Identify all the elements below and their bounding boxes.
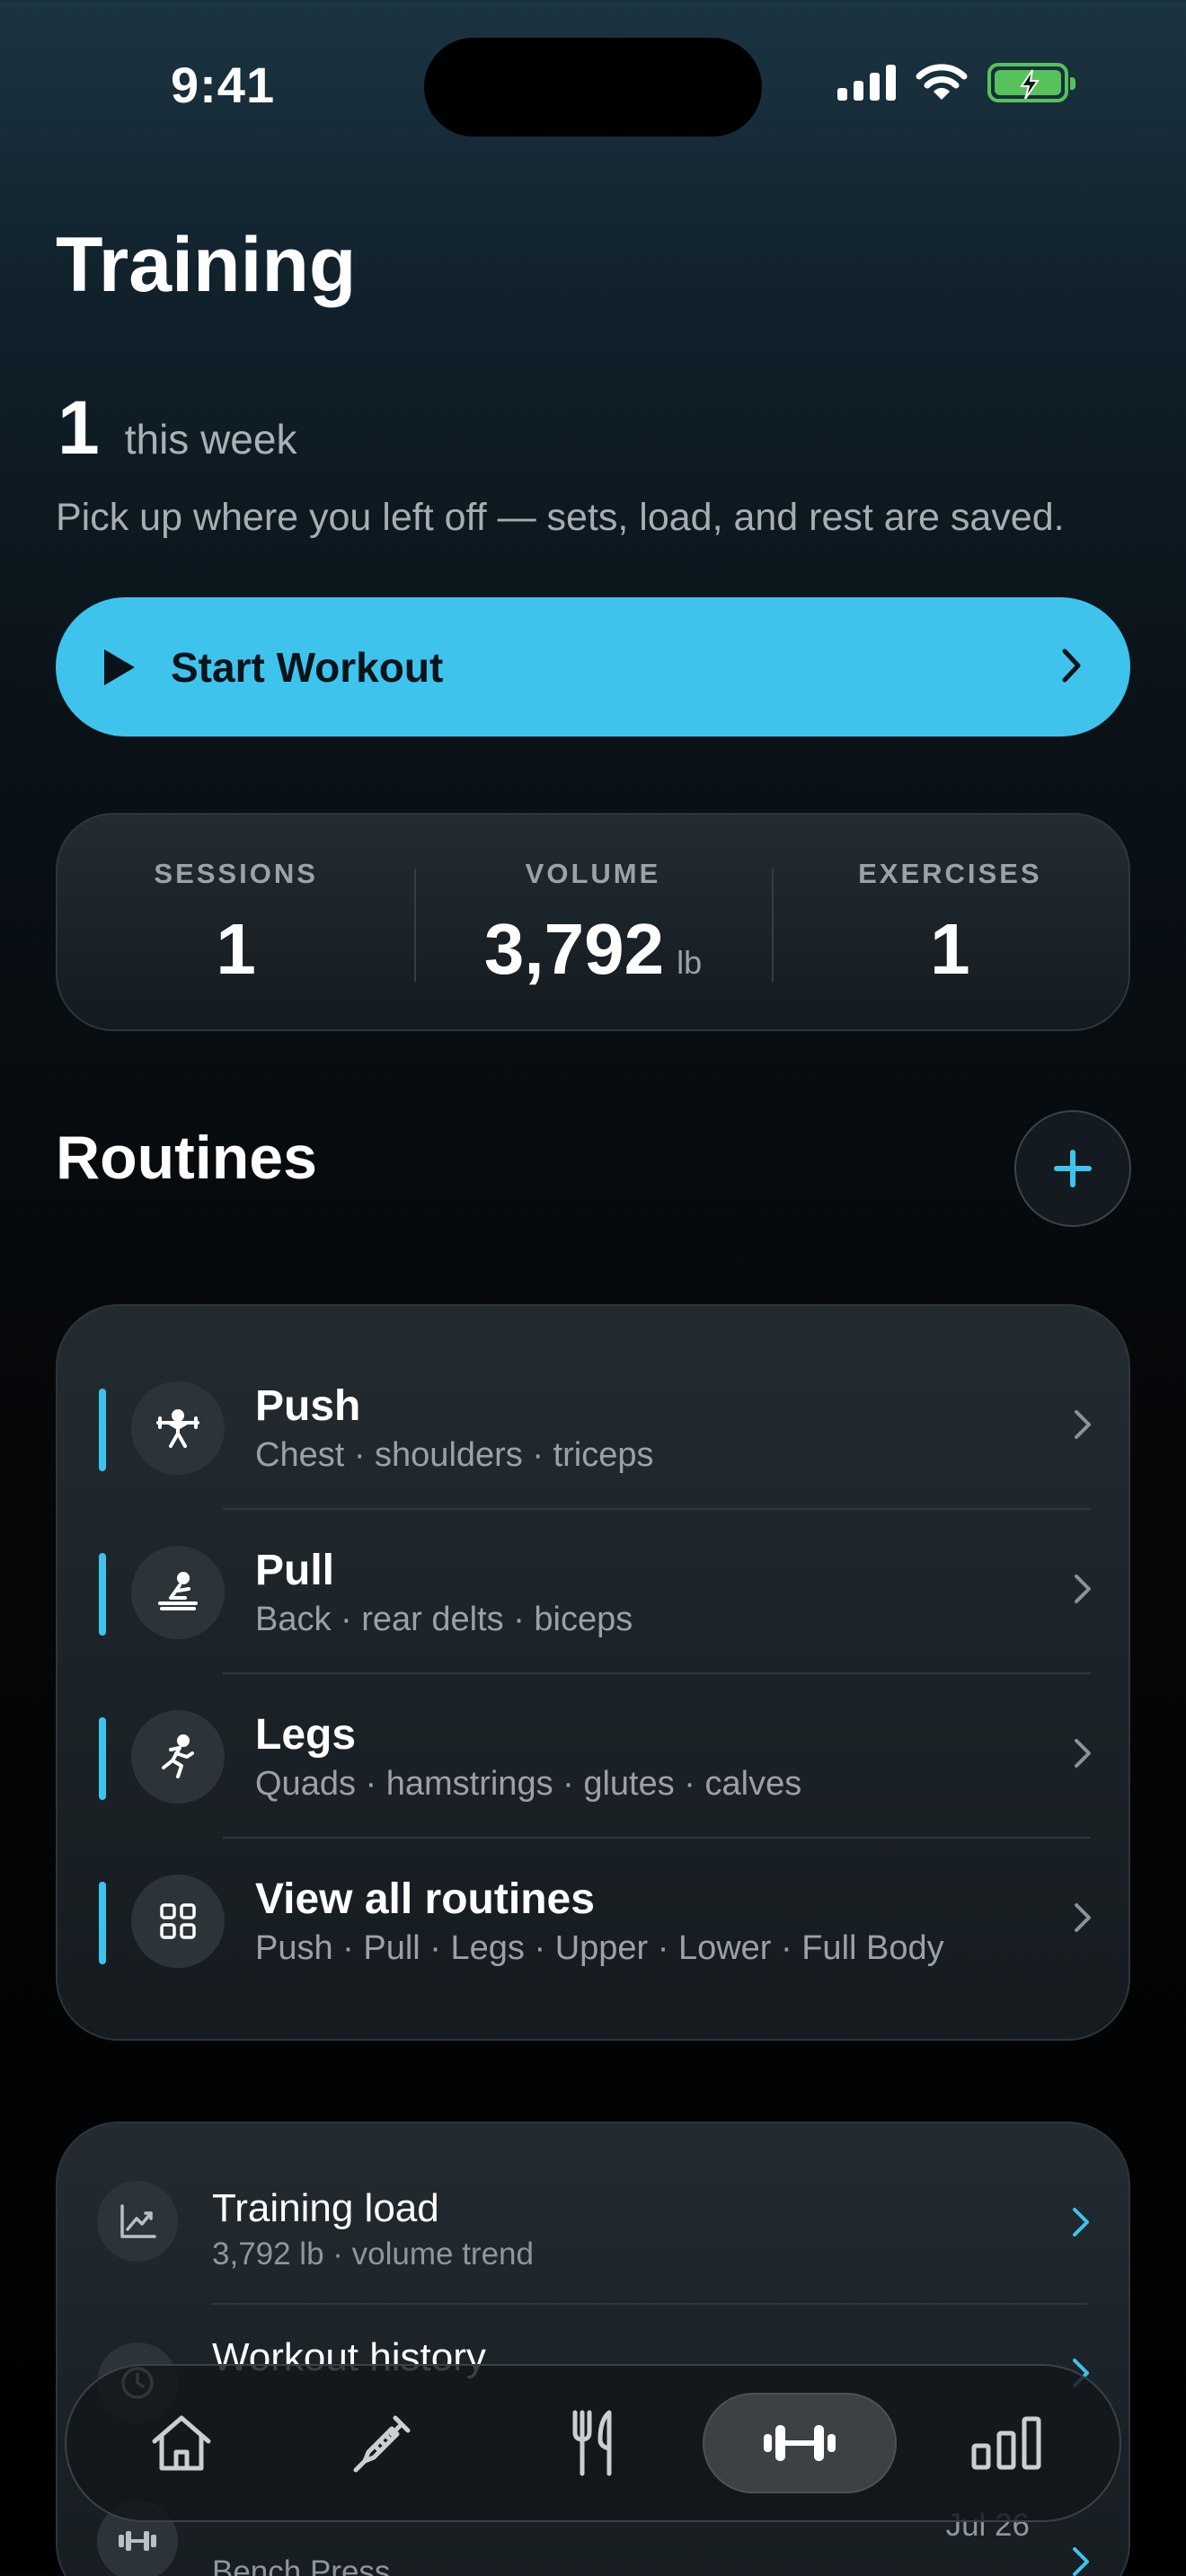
add-routine-button[interactable]	[1014, 1110, 1131, 1227]
page-title: Training	[56, 222, 357, 308]
status-time: 9:41	[171, 57, 276, 113]
home-icon	[152, 2415, 211, 2471]
stat-label: SESSIONS	[154, 858, 318, 889]
training-load-subtitle: 3,792 lb · volume trend	[212, 2236, 534, 2272]
status-icons	[837, 63, 1075, 102]
stat-exercises: EXERCISES 1	[771, 815, 1128, 1029]
accent-bar	[99, 1882, 106, 1964]
stat-label: VOLUME	[525, 858, 661, 889]
start-workout-label: Start Workout	[171, 643, 444, 691]
plus-icon	[1054, 1150, 1092, 1187]
wifi-icon	[916, 64, 968, 100]
chevron-right-icon	[1062, 648, 1081, 683]
stat-sessions: SESSIONS 1	[58, 815, 414, 1029]
dumbbell-icon	[764, 2425, 836, 2461]
week-count: 1	[58, 385, 100, 470]
tab-stats[interactable]	[909, 2393, 1103, 2493]
routine-subtitle: Push · Pull · Legs · Upper · Lower · Ful…	[255, 1929, 944, 1967]
chevron-right-icon	[1075, 1903, 1091, 1932]
battery-icon	[987, 63, 1075, 102]
grid-icon	[131, 1875, 225, 1968]
dynamic-island	[424, 38, 762, 137]
tab-bar	[65, 2364, 1121, 2522]
stat-value: 1	[216, 909, 256, 989]
cellular-signal-icon	[837, 65, 896, 101]
running-icon	[131, 1710, 225, 1804]
play-icon	[104, 648, 135, 685]
accent-bar	[99, 1553, 106, 1636]
routines-card: Push Chest · shoulders · triceps Pull Ba…	[56, 1304, 1130, 2041]
tab-home[interactable]	[84, 2393, 279, 2493]
week-label: this week	[124, 416, 297, 463]
accent-bar	[99, 1717, 106, 1800]
chevron-right-icon	[1075, 1739, 1091, 1768]
stat-volume: VOLUME 3,792 lb	[414, 815, 771, 1029]
chevron-right-icon	[1073, 2208, 1089, 2236]
stat-value: 3,792	[483, 909, 665, 989]
routine-subtitle: Chest · shoulders · triceps	[255, 1436, 654, 1474]
trend-chart-icon	[97, 2181, 178, 2262]
accent-bar	[99, 1389, 106, 1471]
syringe-icon	[353, 2415, 411, 2473]
routine-pull[interactable]: Pull Back · rear delts · biceps	[58, 1470, 1132, 1674]
chevron-right-icon	[1073, 2547, 1089, 2576]
chevron-right-icon	[1075, 1575, 1091, 1603]
start-workout-button[interactable]: Start Workout	[56, 597, 1130, 737]
weekly-stats-card: SESSIONS 1 VOLUME 3,792 lb EXERCISES 1	[56, 813, 1130, 1031]
week-summary: 1 this week	[58, 384, 296, 472]
training-load-row[interactable]: Training load 3,792 lb · volume trend	[58, 2123, 1128, 2303]
stat-label: EXERCISES	[858, 858, 1042, 889]
routine-subtitle: Back · rear delts · biceps	[255, 1601, 633, 1638]
chevron-right-icon	[1075, 1410, 1091, 1439]
tab-nutrition[interactable]	[498, 2393, 692, 2493]
routines-title: Routines	[56, 1124, 317, 1192]
fork-knife-icon	[572, 2410, 612, 2476]
routine-title: Legs	[255, 1711, 357, 1759]
routine-subtitle: Quads · hamstrings · glutes · calves	[255, 1765, 802, 1803]
routine-push[interactable]: Push Chest · shoulders · triceps	[58, 1306, 1132, 1510]
tab-training[interactable]	[703, 2393, 897, 2493]
status-bar: 9:41	[0, 0, 1186, 171]
routine-legs[interactable]: Legs Quads · hamstrings · glutes · calve…	[58, 1635, 1132, 1839]
routine-title: Pull	[255, 1547, 335, 1594]
routine-view-all[interactable]: View all routines Push · Pull · Legs · U…	[58, 1799, 1132, 1968]
rowing-icon	[131, 1546, 225, 1639]
tab-injection[interactable]	[286, 2393, 480, 2493]
routine-title: Push	[255, 1382, 361, 1430]
training-load-title: Training load	[212, 2186, 439, 2230]
resume-subtitle: Pick up where you left off — sets, load,…	[56, 496, 1065, 539]
weightlifter-icon	[131, 1381, 225, 1475]
stat-unit: lb	[677, 944, 703, 981]
routine-title: View all routines	[255, 1875, 595, 1923]
bar-chart-icon	[971, 2416, 1041, 2470]
recent-workout-subtitle: Bench Press	[212, 2554, 391, 2576]
stat-value: 1	[930, 909, 970, 989]
